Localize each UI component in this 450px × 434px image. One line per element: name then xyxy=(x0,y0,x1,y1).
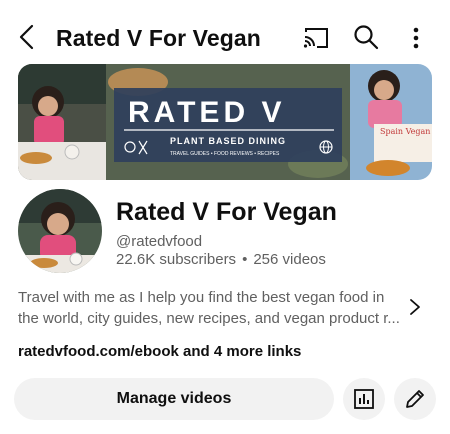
cast-icon xyxy=(303,28,328,48)
analytics-button[interactable] xyxy=(343,378,385,420)
banner-photo-left xyxy=(18,64,106,180)
stats-separator: • xyxy=(242,251,248,268)
back-arrow-icon xyxy=(19,24,34,50)
banner-subtagline: TRAVEL GUIDES • FOOD REVIEWS • RECIPES xyxy=(170,151,280,157)
search-button[interactable] xyxy=(353,24,379,50)
banner-photo-right: Spain Vegan Guide! xyxy=(350,64,432,180)
banner-tagline: PLANT BASED DINING xyxy=(170,136,286,146)
more-vert-icon xyxy=(413,27,419,49)
cast-button[interactable] xyxy=(302,26,330,50)
pencil-icon xyxy=(406,390,424,408)
back-button[interactable] xyxy=(16,22,38,52)
edit-channel-button[interactable] xyxy=(394,378,436,420)
subscriber-count: 22.6K subscribers xyxy=(116,251,237,268)
banner-side-label: Spain Vegan Guide! xyxy=(380,127,432,136)
banner-logo-panel: RATED V PLANT BASED DINING TRAVEL GUIDES… xyxy=(106,64,350,180)
top-app-bar: Rated V For Vegan xyxy=(0,0,450,62)
channel-stats: 22.6K subscribers • 256 videos xyxy=(116,251,326,268)
manage-videos-button[interactable]: Manage videos xyxy=(14,378,334,420)
banner-logo-text: RATED V xyxy=(128,96,285,129)
channel-avatar[interactable] xyxy=(18,189,102,273)
channel-links[interactable]: ratedvfood.com/ebook and 4 more links xyxy=(18,343,301,360)
channel-handle: @ratedvfood xyxy=(116,233,203,250)
description-text: Travel with me as I help you find the be… xyxy=(18,289,400,327)
channel-banner: RATED V PLANT BASED DINING TRAVEL GUIDES… xyxy=(18,64,432,180)
channel-name: Rated V For Vegan xyxy=(116,198,337,226)
more-options-button[interactable] xyxy=(406,24,426,52)
chevron-right-icon xyxy=(410,299,420,315)
bar-chart-icon xyxy=(354,389,374,409)
page-title: Rated V For Vegan xyxy=(56,25,261,51)
video-count: 256 videos xyxy=(253,251,326,268)
channel-description[interactable]: Travel with me as I help you find the be… xyxy=(18,287,438,331)
search-icon xyxy=(354,25,379,50)
